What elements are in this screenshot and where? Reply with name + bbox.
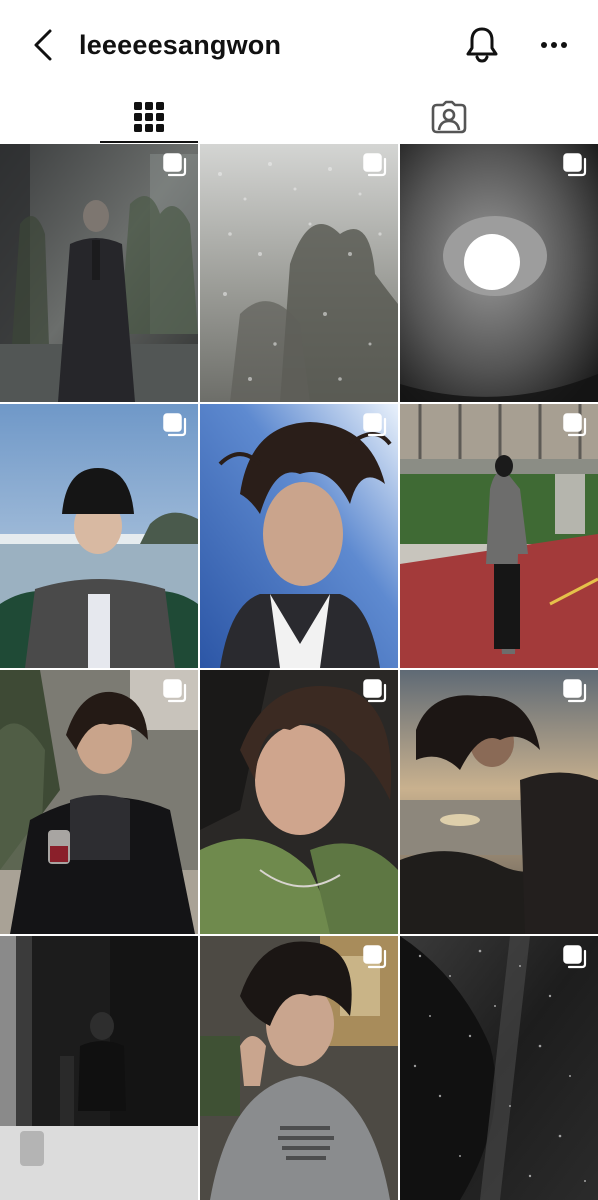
carousel-icon — [363, 679, 387, 703]
post-image — [0, 670, 198, 934]
carousel-icon — [563, 679, 587, 703]
carousel-icon — [563, 945, 587, 969]
bell-icon — [466, 27, 498, 63]
carousel-icon — [563, 413, 587, 437]
tagged-person-icon — [431, 100, 467, 134]
post-image — [400, 144, 598, 402]
post-thumbnail[interactable] — [400, 670, 598, 934]
more-options-button[interactable] — [536, 28, 572, 62]
carousel-icon — [163, 153, 187, 177]
post-thumbnail[interactable] — [400, 144, 598, 402]
post-image — [0, 144, 198, 402]
carousel-icon — [363, 153, 387, 177]
post-image — [200, 936, 398, 1200]
post-thumbnail[interactable] — [200, 144, 398, 402]
post-image — [200, 144, 398, 402]
post-thumbnail[interactable] — [0, 404, 198, 668]
tab-tagged[interactable] — [400, 90, 498, 144]
notifications-button[interactable] — [462, 24, 502, 64]
post-image — [400, 670, 598, 934]
post-thumbnail[interactable] — [200, 936, 398, 1200]
post-thumbnail[interactable] — [200, 404, 398, 668]
post-image — [200, 670, 398, 934]
post-thumbnail[interactable] — [400, 404, 598, 668]
more-horizontal-icon — [541, 42, 567, 48]
tab-posts-grid[interactable] — [100, 90, 198, 144]
profile-tabs — [0, 90, 598, 144]
carousel-icon — [163, 679, 187, 703]
post-image — [200, 404, 398, 668]
post-thumbnail[interactable] — [0, 670, 198, 934]
post-thumbnail[interactable] — [0, 144, 198, 402]
posts-grid — [0, 144, 598, 1200]
carousel-icon — [163, 413, 187, 437]
post-thumbnail[interactable] — [400, 936, 598, 1200]
carousel-icon — [363, 413, 387, 437]
post-image — [400, 936, 598, 1200]
active-tab-indicator — [100, 141, 198, 143]
carousel-icon — [563, 153, 587, 177]
post-thumbnail[interactable] — [0, 936, 198, 1200]
back-button[interactable] — [26, 26, 60, 64]
post-image — [0, 936, 198, 1200]
post-image — [400, 404, 598, 668]
chevron-left-icon — [34, 29, 52, 61]
carousel-icon — [363, 945, 387, 969]
post-image — [0, 404, 198, 668]
post-thumbnail[interactable] — [200, 670, 398, 934]
grid-icon — [134, 102, 164, 132]
profile-header: leeeeesangwon — [0, 0, 598, 90]
profile-username: leeeeesangwon — [79, 30, 282, 60]
